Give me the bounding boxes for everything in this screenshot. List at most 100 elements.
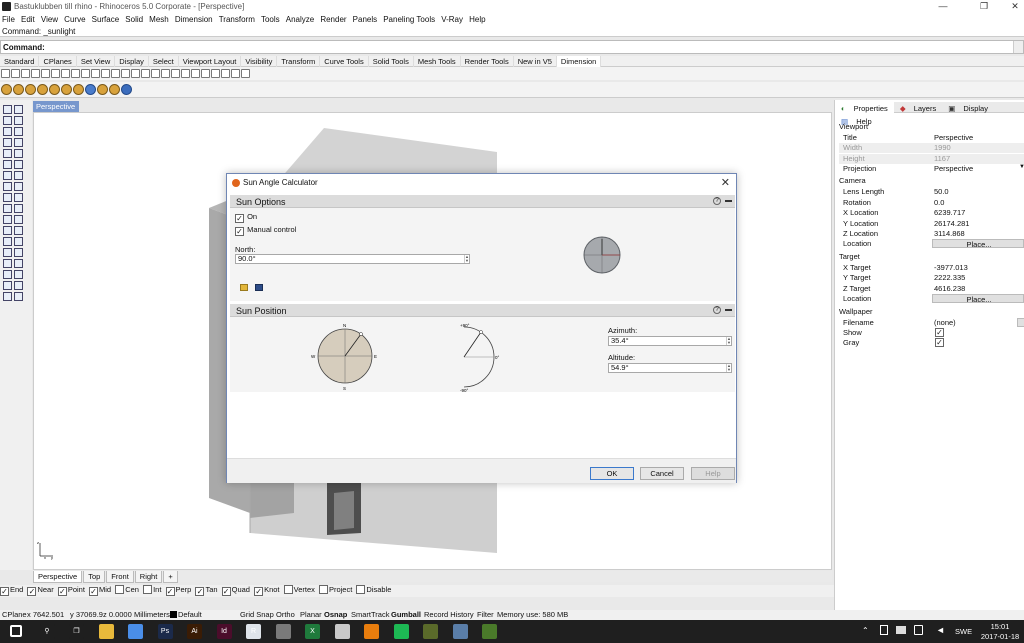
osnap-near[interactable]: ✓ Near [27,585,54,596]
vray-light-icon[interactable] [37,84,48,95]
move-icon[interactable] [3,215,12,224]
boolean-icon[interactable] [3,204,12,213]
osnap-end[interactable]: ✓ End [0,585,23,596]
annotation-style-icon[interactable] [181,69,190,78]
ellipse-icon[interactable] [3,160,12,169]
grid-snap-toggle[interactable]: Grid Snap [240,610,274,619]
hatch-icon[interactable] [111,69,120,78]
sketch-icon[interactable] [423,624,438,639]
tab-dimension[interactable]: Dimension [556,56,602,67]
tab-new-in-v5[interactable]: New in V5 [514,56,557,67]
help-button[interactable]: Help [691,467,735,480]
vray-camera-icon[interactable] [61,84,72,95]
command-prompt-field[interactable]: Command: [0,40,1024,54]
altitude-input[interactable]: 54.9° ▲ ▼ [608,363,732,373]
sphere-icon[interactable] [231,69,240,78]
on-option[interactable]: ✓ On [235,212,257,223]
y-location-value[interactable]: 26174.281 [932,219,1024,228]
line-icon[interactable] [14,116,23,125]
language-indicator[interactable]: SWE [955,627,972,636]
block-icon[interactable] [201,69,210,78]
x-location-value[interactable]: 6239.717 [932,208,1024,217]
section-icon[interactable] [151,69,160,78]
manual-control-option[interactable]: ✓ Manual control [235,225,296,236]
osnap-toggle[interactable]: Osnap [324,610,347,619]
rhino-icon[interactable]: R [246,624,261,639]
add-viewport-tab-button[interactable]: + [163,571,178,583]
osnap-vertex[interactable]: Vertex [283,585,315,594]
mirror-icon[interactable] [3,237,12,246]
osnap-perp[interactable]: ✓ Perp [165,585,191,596]
spotify-icon[interactable] [393,624,409,639]
menu-edit[interactable]: Edit [19,14,37,25]
gray-checkbox[interactable]: ✓ [935,338,944,347]
battery-icon[interactable] [896,626,906,634]
menu-solid[interactable]: Solid [123,14,145,25]
osnap-checkbox[interactable]: ✓ [0,587,9,596]
tab-set-view[interactable]: Set View [77,56,116,67]
circle-icon[interactable] [3,138,12,147]
maximize-button[interactable]: ❐ [979,1,989,12]
minimize-button[interactable]: — [938,1,948,11]
indesign-icon[interactable]: Id [216,624,232,639]
tab-display[interactable]: ▣ Display [942,102,994,115]
command-scrollbar[interactable] [1013,41,1023,53]
join-icon[interactable] [3,259,12,268]
aligned-dimension-icon[interactable] [11,69,20,78]
sphere-solid-icon[interactable] [14,193,23,202]
windows-icon[interactable] [10,625,22,637]
azimuth-spinner[interactable]: ▲ ▼ [726,337,731,345]
radius-dimension-icon[interactable] [41,69,50,78]
check-icon[interactable] [14,281,23,290]
projection-dropdown[interactable]: Perspective [932,164,1024,173]
z-location-value[interactable]: 3114.868 [932,229,1024,238]
tab-solid-tools[interactable]: Solid Tools [369,56,414,67]
excel-icon[interactable]: X [305,624,320,639]
osnap-checkbox[interactable]: ✓ [221,587,231,596]
select-points-icon[interactable] [14,105,23,114]
search-icon[interactable]: ⚲ [39,624,55,639]
box-icon[interactable] [3,193,12,202]
tab-render-tools[interactable]: Render Tools [461,56,514,67]
tray-up-arrow-icon[interactable]: ⌃ [862,626,869,635]
leader-icon[interactable] [81,69,90,78]
north-input[interactable]: 90.0° ▲ ▼ [235,254,470,264]
lens-length-value[interactable]: 50.0 [932,187,1024,196]
network-icon[interactable] [880,625,888,635]
rotation-value[interactable]: 0.0 [932,198,1024,207]
sun-options-header[interactable]: Sun Options ? [230,195,735,208]
menu-curve[interactable]: Curve [62,14,87,25]
menu-vray[interactable]: V-Ray [439,14,465,25]
task-view-icon[interactable]: ❐ [69,624,84,639]
notification-icon[interactable] [914,625,923,635]
osnap-checkbox[interactable] [356,585,366,594]
tab-layers[interactable]: ◆ Layers [894,102,942,115]
menu-dimension[interactable]: Dimension [173,14,215,25]
rectangle-icon[interactable] [3,149,12,158]
angle-dimension-icon[interactable] [61,69,70,78]
clock-date[interactable]: 2017-01-18 [978,632,1022,641]
curve-icon[interactable] [14,127,23,136]
detail-icon[interactable] [161,69,170,78]
record-history-toggle[interactable]: Record History [424,610,474,619]
color-icon[interactable] [221,69,230,78]
explorer-icon[interactable] [98,624,114,639]
altitude-spinner[interactable]: ▲ ▼ [726,364,731,372]
camera-place-button[interactable]: Place... [932,239,1024,249]
tab-viewport-layout[interactable]: Viewport Layout [179,56,242,67]
minecraft-icon[interactable] [482,624,497,639]
ordinate-dimension-icon[interactable] [31,69,40,78]
diameter-dimension-icon[interactable] [51,69,60,78]
menu-analyze[interactable]: Analyze [284,14,316,25]
point-icon[interactable] [3,116,12,125]
layout-icon[interactable] [171,69,180,78]
properties-icon[interactable] [241,69,250,78]
show-checkbox[interactable]: ✓ [935,328,944,337]
menu-transform[interactable]: Transform [217,14,257,25]
azimuth-input[interactable]: 35.4° ▲ ▼ [608,336,732,346]
volume-icon[interactable]: ◄ [936,625,945,635]
ungroup-icon[interactable] [14,270,23,279]
vray-fur-icon[interactable] [109,84,120,95]
tab-curve-tools[interactable]: Curve Tools [320,56,369,67]
osnap-checkbox[interactable]: ✓ [165,587,175,596]
